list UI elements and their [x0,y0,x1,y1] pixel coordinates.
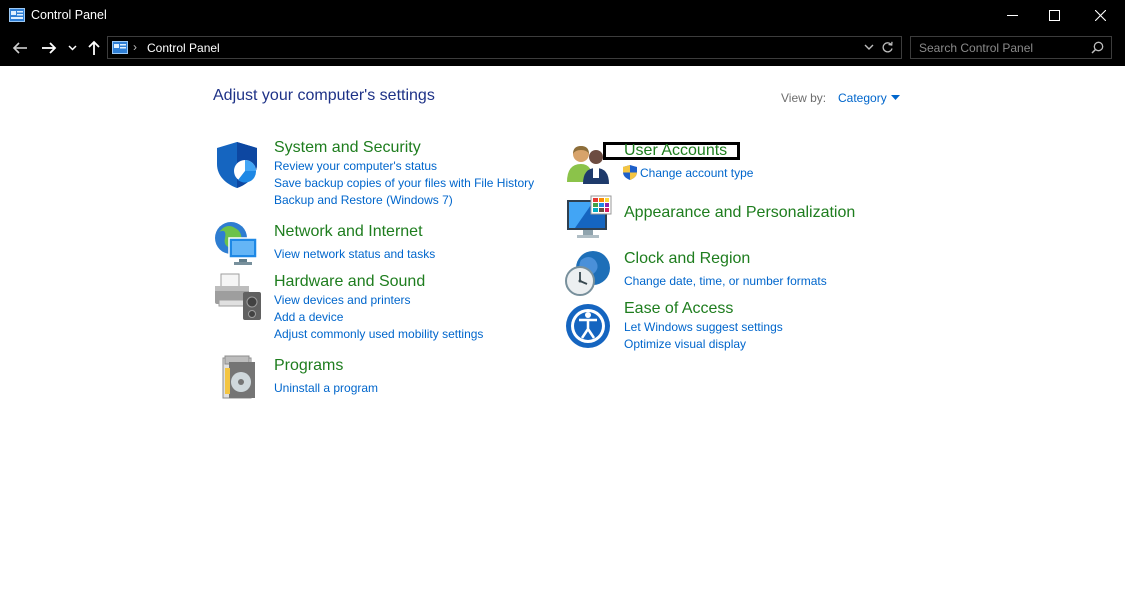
clock-globe-icon [565,251,610,296]
hardware-and-sound-link[interactable]: Hardware and Sound [274,273,425,291]
network-status-link[interactable]: View network status and tasks [274,247,435,261]
breadcrumb-control-panel[interactable]: Control Panel [147,41,220,55]
category-network-and-internet: Network and Internet View network status… [213,218,543,268]
network-and-internet-link[interactable]: Network and Internet [274,223,423,241]
ease-of-access-icon [566,304,610,348]
review-status-link[interactable]: Review your computer's status [274,159,437,173]
appearance-monitor-icon [567,195,612,238]
close-icon [1094,10,1106,21]
category-hardware-and-sound: Hardware and Sound View devices and prin… [213,272,543,344]
maximize-icon [1048,10,1060,21]
window-title: Control Panel [31,8,107,22]
breadcrumb-separator-icon: › [133,40,137,54]
add-device-link[interactable]: Add a device [274,310,343,324]
close-button[interactable] [1077,0,1123,31]
category-programs: Programs Uninstall a program [213,352,543,402]
recent-locations-button[interactable] [64,37,80,59]
arrow-left-icon [12,42,27,54]
optimize-visual-display-link[interactable]: Optimize visual display [624,337,746,351]
address-bar[interactable]: › Control Panel [107,36,902,59]
ease-of-access-link[interactable]: Ease of Access [624,300,733,318]
chevron-down-icon [864,44,874,50]
programs-link[interactable]: Programs [274,357,343,375]
category-appearance-and-personalization: Appearance and Personalization [563,194,863,244]
devices-printers-link[interactable]: View devices and printers [274,293,411,307]
back-button[interactable] [9,37,31,59]
change-account-type-link[interactable]: Change account type [640,166,753,180]
control-panel-icon [112,41,128,54]
minimize-icon [1006,15,1018,16]
view-by-dropdown[interactable]: Category [838,91,900,105]
printer-icon [215,273,261,320]
minimize-button[interactable] [989,0,1035,31]
view-by-value[interactable]: Category [838,91,887,105]
up-button[interactable] [83,37,105,59]
title-bar: Control Panel [0,0,1125,31]
date-time-formats-link[interactable]: Change date, time, or number formats [624,274,827,288]
search-icon[interactable] [1091,41,1104,59]
chevron-down-icon [67,45,77,51]
category-user-accounts: User Accounts Change account type [563,140,863,190]
system-and-security-link[interactable]: System and Security [274,139,421,157]
view-by-label: View by: [781,91,827,105]
control-panel-icon [9,8,25,22]
security-shield-icon [217,142,257,188]
search-input[interactable]: Search Control Panel [919,41,1033,55]
page-title: Adjust your computer's settings [213,87,435,104]
windows-suggest-settings-link[interactable]: Let Windows suggest settings [624,320,783,334]
clock-and-region-link[interactable]: Clock and Region [624,250,750,268]
navigation-bar: › Control Panel Search Control Panel [0,31,1125,66]
file-history-link[interactable]: Save backup copies of your files with Fi… [274,176,534,190]
network-globe-icon [215,222,258,265]
category-ease-of-access: Ease of Access Let Windows suggest setti… [563,300,863,352]
arrow-up-icon [88,40,100,55]
uac-shield-icon [623,165,637,180]
mobility-settings-link[interactable]: Adjust commonly used mobility settings [274,327,483,341]
backup-restore-link[interactable]: Backup and Restore (Windows 7) [274,193,453,207]
refresh-button[interactable] [881,40,894,59]
user-accounts-link[interactable]: User Accounts [624,142,727,160]
search-box[interactable]: Search Control Panel [910,36,1112,59]
arrow-right-icon [42,42,57,54]
address-dropdown-button[interactable] [864,40,874,59]
category-clock-and-region: Clock and Region Change date, time, or n… [563,248,863,298]
programs-disc-icon [222,355,255,399]
forward-button[interactable] [38,37,60,59]
uninstall-program-link[interactable]: Uninstall a program [274,381,378,395]
caret-down-icon [890,95,900,100]
refresh-icon [882,41,893,53]
maximize-button[interactable] [1031,0,1077,31]
appearance-and-personalization-link[interactable]: Appearance and Personalization [624,204,855,222]
category-system-and-security: System and Security Review your computer… [213,139,543,210]
